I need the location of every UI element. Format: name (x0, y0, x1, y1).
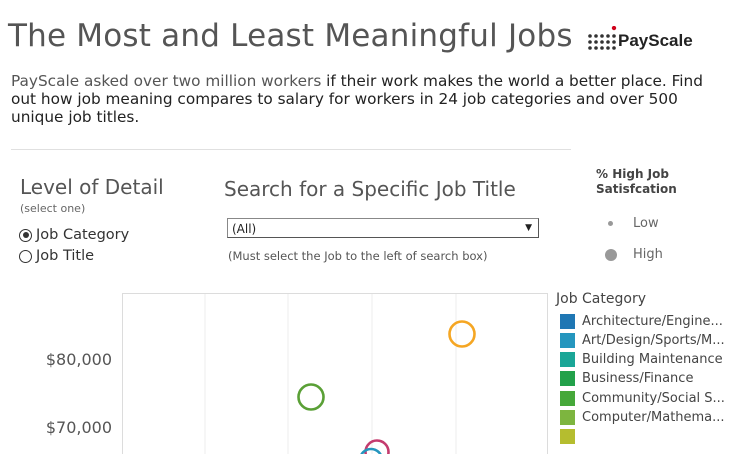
legend-item[interactable]: Building Maintenance (560, 351, 723, 369)
level-of-detail-subtitle: (select one) (20, 202, 86, 215)
data-point[interactable] (360, 447, 382, 454)
payscale-logo[interactable]: PayScale (587, 14, 727, 54)
legend-label: Art/Design/Sports/M... (582, 332, 725, 348)
satisfaction-title-line2: Satisfcation (596, 182, 677, 196)
legend-item[interactable]: Computer/Mathema... (560, 409, 725, 427)
satisfaction-legend-title: % High Job Satisfcation (596, 167, 677, 197)
data-point[interactable] (448, 320, 476, 348)
small-dot-icon (608, 221, 613, 226)
divider (11, 149, 571, 150)
intro-text: PayScale asked over two million workers … (11, 72, 731, 126)
salary-scatter-chart[interactable]: $80,000 $70,000 (0, 290, 550, 454)
job-category-legend-title: Job Category (556, 291, 646, 307)
radio-label: Job Category (36, 227, 130, 243)
radio-job-title[interactable]: Job Title (19, 248, 94, 264)
satisfaction-low: Low (604, 216, 659, 231)
dropdown-arrow-icon[interactable]: ▼ (525, 223, 532, 233)
radio-checked-icon[interactable] (19, 228, 32, 242)
search-title: Search for a Specific Job Title (224, 177, 516, 201)
y-tick-label: $80,000 (46, 350, 112, 369)
radio-unchecked-icon[interactable] (19, 249, 32, 263)
legend-label: Architecture/Engine... (582, 313, 723, 329)
legend-label: Computer/Mathema... (582, 410, 725, 425)
large-dot-icon (605, 248, 617, 261)
legend-swatch (560, 390, 575, 406)
y-tick-label: $70,000 (46, 418, 112, 437)
satisfaction-high: High (604, 247, 663, 262)
dropdown-value: (All) (232, 222, 257, 236)
job-title-dropdown[interactable]: (All) ▼ (227, 218, 539, 238)
legend-swatch (560, 332, 575, 348)
legend-item[interactable]: Architecture/Engine... (560, 312, 723, 330)
legend-swatch (560, 371, 575, 387)
satisfaction-low-label: Low (633, 216, 659, 231)
level-of-detail-title: Level of Detail (20, 175, 164, 199)
legend-item[interactable] (560, 428, 582, 446)
intro-part1: PayScale asked over two million workers (11, 72, 322, 90)
legend-swatch (560, 352, 575, 368)
legend-item[interactable]: Art/Design/Sports/M... (560, 331, 725, 349)
legend-item[interactable]: Business/Finance (560, 370, 693, 388)
satisfaction-title-line1: % High Job (596, 167, 669, 181)
legend-swatch (560, 429, 575, 445)
satisfaction-high-label: High (633, 247, 663, 262)
legend-label: Business/Finance (582, 371, 694, 387)
data-point[interactable] (297, 383, 325, 411)
legend-item[interactable]: Community/Social S... (560, 389, 725, 407)
payscale-dots-icon (588, 26, 617, 50)
radio-label: Job Title (36, 248, 95, 264)
brand-name: PayScale (618, 31, 693, 50)
legend-swatch (560, 313, 575, 329)
plot-area (122, 293, 548, 454)
search-note: (Must select the Job to the left of sear… (228, 249, 488, 263)
legend-label: Building Maintenance (582, 352, 723, 368)
legend-label: Community/Social S... (582, 390, 725, 406)
page-title: The Most and Least Meaningful Jobs (8, 18, 573, 54)
legend-swatch (560, 410, 575, 425)
radio-job-category[interactable]: Job Category (19, 227, 129, 243)
